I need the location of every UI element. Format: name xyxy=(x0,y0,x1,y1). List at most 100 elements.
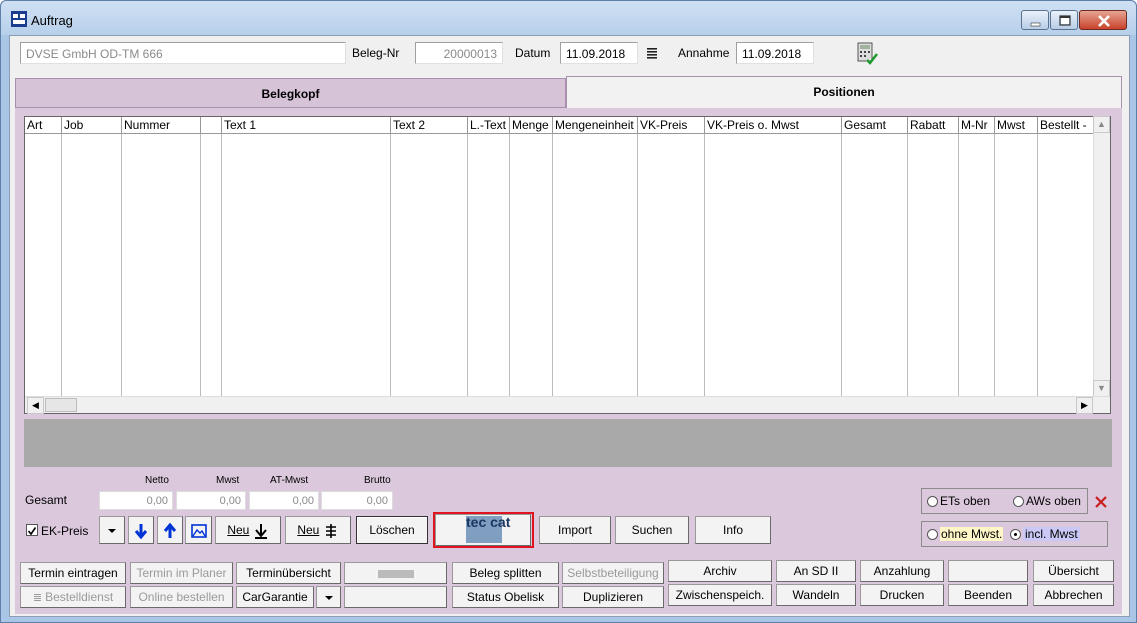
minimize-icon xyxy=(1030,22,1041,27)
termin-planer-button[interactable]: Termin im Planer xyxy=(130,562,233,584)
grid-column xyxy=(995,134,1038,397)
incl-mwst-radio[interactable] xyxy=(1010,529,1021,540)
column-header[interactable]: Gesamt xyxy=(842,117,908,134)
title-bar[interactable]: Auftrag xyxy=(1,1,1136,35)
empty-button[interactable] xyxy=(948,560,1028,582)
scroll-down-icon[interactable]: ▼ xyxy=(1093,380,1110,397)
grid-column xyxy=(201,134,222,397)
column-header[interactable]: VK-Preis o. Mwst xyxy=(705,117,842,134)
calendar-list-icon[interactable] xyxy=(646,47,658,59)
column-header[interactable]: Art xyxy=(25,117,62,134)
ohne-mwst-label: ohne Mwst. xyxy=(940,527,1004,541)
bottom-button-bar: Termin eintragen Termin im Planer Termin… xyxy=(15,555,1122,613)
anzahlung-button[interactable]: Anzahlung xyxy=(860,560,944,582)
column-header[interactable]: Nummer xyxy=(122,117,201,134)
column-header[interactable]: Mengeneinheit xyxy=(553,117,638,134)
positions-grid[interactable]: Art Job Nummer Text 1 Text 2 L.-Text Menge Meng… xyxy=(24,116,1111,414)
horizontal-scrollbar[interactable]: ◀ ▶ xyxy=(25,396,1110,414)
beleg-splitten-button[interactable]: Beleg splitten xyxy=(452,562,559,584)
move-down-button[interactable] xyxy=(128,516,154,544)
blank-disabled-button xyxy=(344,562,447,584)
loeschen-button[interactable]: Löschen xyxy=(356,516,428,544)
new-between-button[interactable]: Neu xyxy=(285,516,351,544)
aws-oben-radio[interactable] xyxy=(1013,496,1024,507)
scroll-right-icon[interactable]: ▶ xyxy=(1076,397,1093,414)
termin-eintragen-button[interactable]: Termin eintragen xyxy=(20,562,126,584)
column-header[interactable]: Bestellt - xyxy=(1038,117,1095,134)
tab-belegkopf[interactable]: Belegkopf xyxy=(15,78,566,108)
an-sd-button[interactable]: An SD II xyxy=(776,560,856,582)
grid-column xyxy=(1038,134,1095,397)
cargarantie-dropdown[interactable] xyxy=(316,586,341,608)
vertical-scrollbar[interactable]: ▲ ▼ xyxy=(1093,116,1110,397)
import-button[interactable]: Import xyxy=(539,516,611,544)
tab-positionen[interactable]: Positionen xyxy=(566,76,1122,108)
maximize-button[interactable] xyxy=(1050,10,1078,30)
info-button[interactable]: Info xyxy=(695,516,771,544)
abbrechen-button[interactable]: Abbrechen xyxy=(1033,584,1114,606)
archiv-button[interactable]: Archiv xyxy=(668,560,772,582)
uebersicht-button[interactable]: Übersicht xyxy=(1033,560,1114,582)
aws-oben-label: AWs oben xyxy=(1026,494,1081,508)
netto-value: 0,00 xyxy=(99,491,173,510)
empty-button-2[interactable] xyxy=(344,586,447,608)
drucken-button[interactable]: Drucken xyxy=(860,584,944,606)
gesamt-label: Gesamt xyxy=(25,493,68,507)
beleg-nr-field[interactable]: 20000013 xyxy=(415,42,503,64)
grid-body xyxy=(25,134,1095,397)
suchen-button[interactable]: Suchen xyxy=(615,516,689,544)
new-below-label: Neu xyxy=(227,523,250,537)
beenden-button[interactable]: Beenden xyxy=(948,584,1028,606)
mwst-header: Mwst xyxy=(216,475,240,486)
terminuebersicht-button[interactable]: Terminübersicht xyxy=(236,562,341,584)
duplizieren-button[interactable]: Duplizieren xyxy=(562,586,664,608)
auftrag-window: Auftrag DVSE GmbH OD-TM 666 Beleg-Nr 200… xyxy=(0,0,1137,623)
column-header[interactable]: VK-Preis xyxy=(638,117,705,134)
clear-x-icon[interactable] xyxy=(1095,496,1107,508)
selbstbeteiligung-button[interactable]: Selbstbeteiligung xyxy=(562,562,664,584)
bestelldienst-button[interactable]: ≣ Bestelldienst xyxy=(20,586,126,608)
column-header[interactable]: Rabatt xyxy=(908,117,959,134)
grid-column xyxy=(122,134,201,397)
online-bestellen-button[interactable]: Online bestellen xyxy=(130,586,233,608)
list-icon: ≣ xyxy=(32,592,46,604)
column-header[interactable]: Menge xyxy=(510,117,553,134)
dropdown-button[interactable] xyxy=(99,516,125,544)
annahme-field[interactable]: 11.09.2018 xyxy=(736,42,814,64)
zwischenspeich-button[interactable]: Zwischenspeich. xyxy=(668,584,772,606)
calculator-check-icon[interactable] xyxy=(856,42,878,66)
close-icon xyxy=(1098,15,1110,27)
ohne-mwst-radio[interactable] xyxy=(927,529,938,540)
column-header[interactable]: Job xyxy=(62,117,122,134)
image-button[interactable] xyxy=(185,516,212,544)
column-header[interactable]: Text 2 xyxy=(391,117,468,134)
chevron-down-icon xyxy=(108,528,116,533)
customer-field[interactable]: DVSE GmbH OD-TM 666 xyxy=(20,42,346,64)
scroll-thumb[interactable] xyxy=(45,398,77,412)
at-mwst-header: AT-Mwst xyxy=(270,475,309,486)
column-header[interactable]: L.-Text xyxy=(468,117,510,134)
annahme-label: Annahme xyxy=(678,46,730,60)
info-bar xyxy=(24,419,1112,467)
arrow-up-icon xyxy=(163,522,177,538)
ets-oben-radio[interactable] xyxy=(927,496,938,507)
column-header[interactable]: Mwst xyxy=(995,117,1038,134)
move-up-button[interactable] xyxy=(157,516,183,544)
insert-down-icon xyxy=(254,523,267,539)
column-header[interactable]: M-Nr xyxy=(959,117,995,134)
column-header[interactable] xyxy=(201,117,222,134)
insert-between-icon xyxy=(325,523,336,538)
close-button[interactable] xyxy=(1079,10,1127,30)
column-header[interactable]: Text 1 xyxy=(222,117,391,134)
scroll-left-icon[interactable]: ◀ xyxy=(27,397,44,414)
minimize-button[interactable] xyxy=(1021,10,1049,30)
new-below-button[interactable]: Neu xyxy=(215,516,281,544)
new-between-label: Neu xyxy=(297,523,320,537)
ek-preis-checkbox[interactable] xyxy=(26,524,38,536)
status-obelisk-button[interactable]: Status Obelisk xyxy=(452,586,559,608)
cargarantie-button[interactable]: CarGarantie xyxy=(236,586,314,608)
scroll-up-icon[interactable]: ▲ xyxy=(1093,116,1110,133)
datum-field[interactable]: 11.09.2018 xyxy=(560,42,638,64)
wandeln-button[interactable]: Wandeln xyxy=(776,584,856,606)
at-mwst-value: 0,00 xyxy=(249,491,319,510)
